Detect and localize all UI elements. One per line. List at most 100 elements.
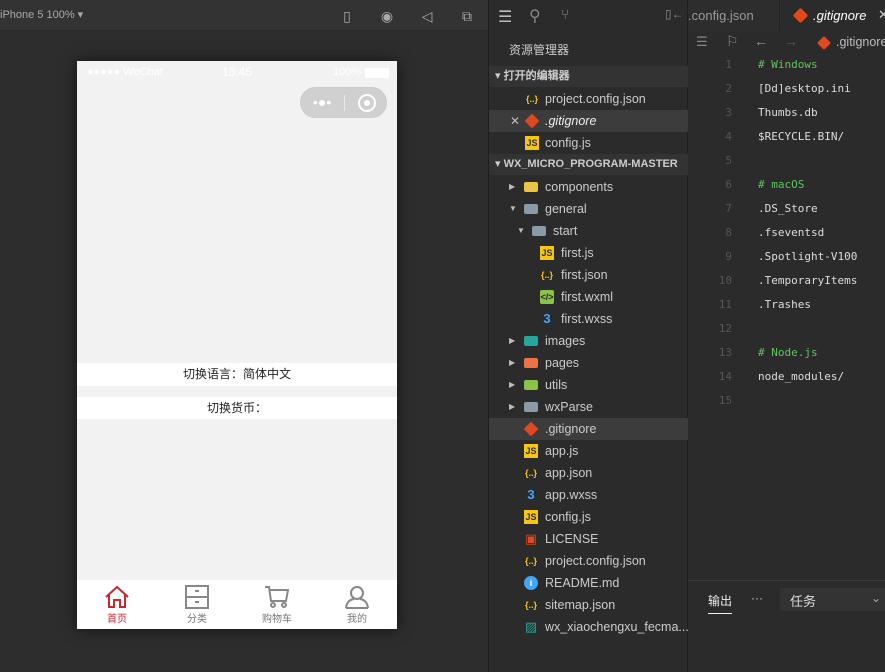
tab-gitignore[interactable]: .gitignore ✕ xyxy=(781,0,885,31)
file-item[interactable]: i README.md xyxy=(489,572,688,594)
code-line[interactable]: 11 .Trashes xyxy=(688,293,885,317)
outline-icon[interactable]: ☰ xyxy=(696,34,708,50)
collapsed-arrow-icon[interactable]: ▶ xyxy=(509,176,515,198)
folder-item[interactable]: ▼ start xyxy=(489,220,688,242)
code-line[interactable]: 1 # Windows xyxy=(688,53,885,77)
folder-item[interactable]: ▶ pages xyxy=(489,352,688,374)
output-tab[interactable]: 输出 xyxy=(708,592,733,614)
open-editor-item[interactable]: ✕ .gitignore xyxy=(489,110,688,132)
collapse-panel-icon[interactable]: ▯← xyxy=(665,7,684,21)
window-icon[interactable]: ⧉ xyxy=(459,8,475,24)
js-icon: JS xyxy=(524,444,538,458)
bookmark-icon[interactable]: ⚐ xyxy=(726,33,739,50)
file-item[interactable]: </> first.wxml xyxy=(489,286,688,308)
file-item[interactable]: {..} project.config.json xyxy=(489,550,688,572)
speaker-icon[interactable]: ◁ xyxy=(419,8,435,24)
open-editors-header[interactable]: ▾ 打开的编辑器 xyxy=(489,66,688,87)
image-icon: ▨ xyxy=(524,619,538,634)
code-line[interactable]: 13 # Node.js xyxy=(688,341,885,365)
json-icon: {..} xyxy=(525,94,538,104)
file-item[interactable]: JS first.js xyxy=(489,242,688,264)
collapsed-arrow-icon[interactable]: ▶ xyxy=(509,396,515,418)
file-item[interactable]: {..} app.json xyxy=(489,462,688,484)
collapsed-arrow-icon[interactable]: ▶ xyxy=(509,374,515,396)
tab-bar: 首页 分类 购物车 我的 xyxy=(77,580,397,629)
file-item[interactable]: {..} first.json xyxy=(489,264,688,286)
code-line[interactable]: 9 .Spotlight-V100 xyxy=(688,245,885,269)
file-item[interactable]: 3 app.wxss xyxy=(489,484,688,506)
file-item[interactable]: JS config.js xyxy=(489,506,688,528)
forward-icon[interactable]: → xyxy=(784,33,798,49)
file-item[interactable]: ▨ wx_xiaochengxu_fecma... xyxy=(489,616,688,638)
code-line[interactable]: 2 [Dd]esktop.ini xyxy=(688,77,885,101)
battery-level: 100% xyxy=(333,66,362,78)
user-icon xyxy=(345,586,369,609)
tab-config-json[interactable]: .config.json xyxy=(688,0,780,31)
file-item[interactable]: {..} sitemap.json xyxy=(489,594,688,616)
code-line[interactable]: 15 xyxy=(688,389,885,413)
git-icon xyxy=(792,7,809,24)
open-editor-item[interactable]: {..} project.config.json xyxy=(489,88,688,110)
code-line[interactable]: 7 .DS_Store xyxy=(688,197,885,221)
files-icon[interactable]: ☰ xyxy=(498,7,512,27)
phone-simulator: ●●●●● WeChat 13:45 100% •●• 切换语言：简体中文 切换… xyxy=(77,61,397,629)
close-icon[interactable]: ✕ xyxy=(510,110,520,132)
folder-item[interactable]: ▶ components xyxy=(489,176,688,198)
cart-icon xyxy=(265,586,290,608)
expanded-arrow-icon[interactable]: ▼ xyxy=(517,220,525,242)
stop-icon[interactable]: ◉ xyxy=(379,8,395,24)
collapsed-arrow-icon[interactable]: ▶ xyxy=(509,352,515,374)
folder-item[interactable]: ▼ general xyxy=(489,198,688,220)
json-icon: {..} xyxy=(540,270,553,280)
line-number: 15 xyxy=(718,394,732,407)
more-icon[interactable]: •●• xyxy=(313,94,331,110)
device-selector[interactable]: iPhone 5 100% ▾ xyxy=(0,8,83,21)
capsule-menu[interactable]: •●• xyxy=(300,87,387,118)
folder-item[interactable]: ▶ utils xyxy=(489,374,688,396)
js-icon: JS xyxy=(540,246,554,260)
breadcrumb[interactable]: .gitignore xyxy=(836,35,885,49)
file-item[interactable]: .gitignore xyxy=(489,418,688,440)
close-tab-icon[interactable]: ✕ xyxy=(878,7,885,23)
editor-tabs: .config.json .gitignore ✕ xyxy=(688,0,885,31)
line-number: 4 xyxy=(725,130,732,143)
folder-item[interactable]: ▶ images xyxy=(489,330,688,352)
tab-home[interactable]: 首页 xyxy=(77,580,157,629)
tab-mine[interactable]: 我的 xyxy=(317,580,397,629)
json-icon: {..} xyxy=(524,600,537,610)
folder-item[interactable]: ▶ wxParse xyxy=(489,396,688,418)
collapsed-arrow-icon[interactable]: ▶ xyxy=(509,330,515,352)
more-options[interactable]: ··· xyxy=(751,591,763,605)
code-line[interactable]: 10 .TemporaryItems xyxy=(688,269,885,293)
code-line[interactable]: 3 Thumbs.db xyxy=(688,101,885,125)
close-capsule-icon[interactable] xyxy=(358,94,376,112)
tab-cart[interactable]: 购物车 xyxy=(237,580,317,629)
code-line[interactable]: 4 $RECYCLE.BIN/ xyxy=(688,125,885,149)
project-header[interactable]: ▾ WX_MICRO_PROGRAM-MASTER xyxy=(489,154,688,175)
code-line[interactable]: 8 .fseventsd xyxy=(688,221,885,245)
file-item[interactable]: JS app.js xyxy=(489,440,688,462)
code-line[interactable]: 6 # macOS xyxy=(688,173,885,197)
phone-icon[interactable]: ▯ xyxy=(339,8,355,24)
line-number: 11 xyxy=(718,298,732,311)
task-select[interactable]: 任务 ⌄ xyxy=(780,588,885,611)
currency-switch[interactable]: 切换货币： xyxy=(77,397,397,419)
open-editor-item[interactable]: JS config.js xyxy=(489,132,688,154)
line-number: 5 xyxy=(725,154,732,167)
json-icon: {..} xyxy=(524,556,537,566)
code-line[interactable]: 14 node_modules/ xyxy=(688,365,885,389)
search-icon[interactable]: ⚲ xyxy=(529,6,541,26)
code-line[interactable]: 12 xyxy=(688,317,885,341)
code-line[interactable]: 5 xyxy=(688,149,885,173)
expanded-arrow-icon[interactable]: ▼ xyxy=(509,198,517,220)
git-branch-icon[interactable]: ⑂ xyxy=(561,6,569,22)
line-number: 7 xyxy=(725,202,732,215)
line-number: 3 xyxy=(725,106,732,119)
file-item[interactable]: 3 first.wxss xyxy=(489,308,688,330)
language-switch[interactable]: 切换语言：简体中文 xyxy=(77,363,397,386)
file-item[interactable]: ▣ LICENSE xyxy=(489,528,688,550)
line-number: 9 xyxy=(725,250,732,263)
folder-icon xyxy=(524,380,538,390)
tab-category[interactable]: 分类 xyxy=(157,580,237,629)
back-icon[interactable]: ← xyxy=(754,33,768,49)
